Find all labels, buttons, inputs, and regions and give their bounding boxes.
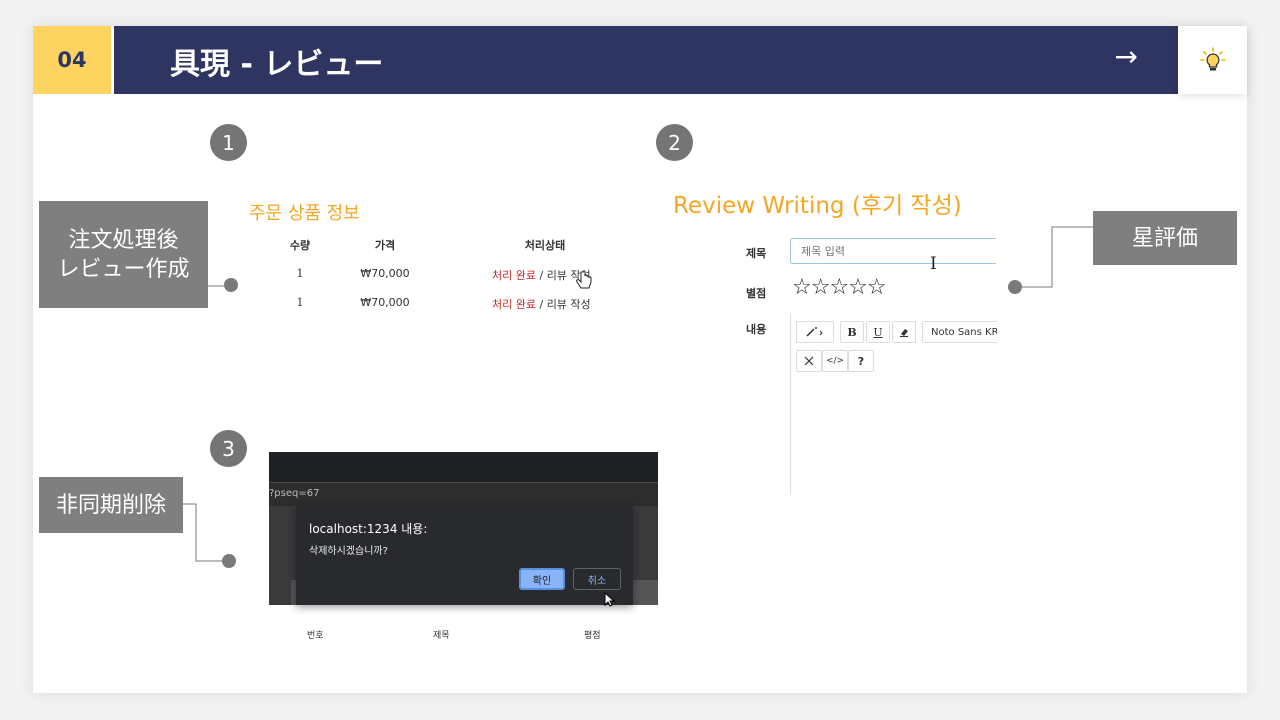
- status-separator: /: [535, 298, 547, 311]
- fullscreen-button[interactable]: [796, 350, 822, 372]
- url-fragment: ?pseq=67: [269, 488, 320, 499]
- clear-format-button[interactable]: [892, 321, 916, 343]
- bold-button[interactable]: B: [840, 321, 864, 343]
- callout-star-rating: 星評価: [1093, 211, 1237, 265]
- font-family-select[interactable]: Noto Sans KR: [922, 321, 997, 343]
- lightbulb-button[interactable]: [1178, 26, 1247, 94]
- qty-cell: 1: [296, 267, 304, 280]
- page-title: 具現 - レビュー: [170, 47, 384, 82]
- list-header-rating: 평점: [584, 631, 601, 641]
- connector-dot: [224, 278, 238, 292]
- write-review-link[interactable]: 리뷰 작성: [547, 298, 591, 311]
- list-header-number: 번호: [307, 631, 324, 641]
- subject-label: 제목: [746, 247, 767, 260]
- step-marker-2: 2: [656, 124, 693, 161]
- connector-dot: [1008, 280, 1022, 294]
- code-view-button[interactable]: </>: [822, 350, 848, 372]
- qty-cell: 1: [296, 296, 304, 309]
- section-number: 04: [33, 26, 111, 94]
- column-header-status: 처리상태: [524, 239, 566, 252]
- lightbulb-icon: [1199, 47, 1226, 71]
- magic-wand-icon: [806, 327, 823, 337]
- price-cell: ₩70,000: [360, 267, 410, 280]
- mouse-pointer-icon: [604, 592, 616, 607]
- text-cursor-icon: I: [930, 254, 937, 274]
- column-header-qty: 수량: [289, 239, 311, 252]
- style-button[interactable]: [796, 321, 834, 343]
- confirm-dialog: localhost:1234 내용: 삭제하시겠습니까? 확인 취소: [296, 505, 633, 605]
- step-marker-3: 3: [210, 430, 247, 467]
- callout-async-delete: 非同期削除: [39, 477, 183, 533]
- rating-label: 별점: [746, 287, 767, 300]
- callout-order-review: 注文処理後 レビュー作成: [39, 201, 208, 308]
- browser-tab-strip: [269, 452, 658, 482]
- status-separator: /: [535, 269, 547, 282]
- arrow-right-icon[interactable]: →: [1115, 40, 1138, 73]
- order-panel-title: 주문 상품 정보: [249, 203, 360, 224]
- hand-cursor-icon: [576, 270, 592, 289]
- underline-button[interactable]: U: [866, 321, 890, 343]
- step-marker-1: 1: [210, 124, 247, 161]
- status-done-text: 처리 완료: [492, 298, 536, 311]
- list-header-title: 제목: [433, 631, 450, 641]
- subject-input[interactable]: [790, 238, 996, 264]
- help-button[interactable]: ?: [848, 350, 874, 372]
- status-done-text: 처리 완료: [492, 269, 536, 282]
- fullscreen-icon: [804, 356, 814, 366]
- cancel-button[interactable]: 취소: [573, 568, 621, 590]
- rich-text-editor[interactable]: B U Noto Sans KR </> ?: [790, 313, 997, 495]
- dialog-message: 삭제하시겠습니까?: [309, 546, 388, 557]
- review-panel-title: Review Writing (후기 작성): [673, 193, 962, 219]
- column-header-price: 가격: [374, 239, 396, 252]
- status-cell: 처리 완료 / 리뷰 작성: [492, 296, 602, 312]
- confirm-button[interactable]: 확인: [519, 568, 565, 590]
- star-rating-input[interactable]: ☆☆☆☆☆: [792, 275, 887, 300]
- content-label: 내용: [746, 323, 767, 336]
- title-bar: 具現 - レビュー →: [114, 26, 1178, 94]
- price-cell: ₩70,000: [360, 296, 410, 309]
- dialog-title: localhost:1234 내용:: [309, 522, 428, 536]
- connector-dot: [222, 554, 236, 568]
- connector-line: [1020, 226, 1094, 288]
- address-bar[interactable]: [269, 482, 658, 506]
- slide-header: 04 具現 - レビュー →: [33, 26, 1247, 94]
- eraser-icon: [900, 329, 908, 337]
